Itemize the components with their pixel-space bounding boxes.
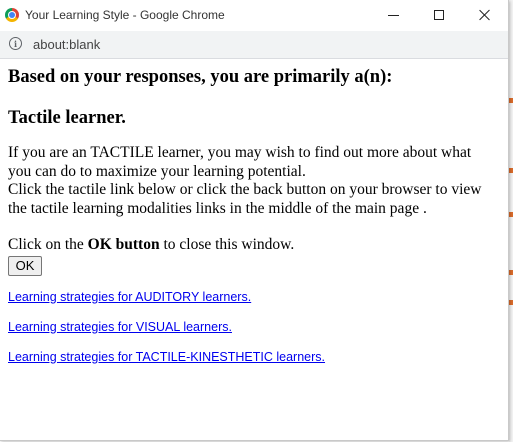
close-button[interactable]	[462, 0, 508, 30]
link-auditory[interactable]: Learning strategies for AUDITORY learner…	[8, 290, 500, 305]
paragraph-line: If you are an TACTILE learner, you may w…	[8, 144, 472, 161]
background-edge-mark	[509, 168, 513, 173]
background-edge-mark	[509, 300, 513, 305]
strategy-links: Learning strategies for AUDITORY learner…	[8, 290, 500, 365]
ok-button[interactable]: OK	[8, 255, 42, 276]
title-bar[interactable]: Your Learning Style - Google Chrome	[0, 0, 508, 30]
close-instruction-prefix: Click on the	[8, 236, 88, 253]
maximize-button[interactable]	[416, 0, 462, 30]
info-paragraph: If you are an TACTILE learner, you may w…	[8, 144, 500, 218]
url-text[interactable]: about:blank	[33, 37, 100, 52]
info-icon[interactable]: i	[9, 37, 22, 50]
chrome-logo-icon	[5, 8, 19, 22]
close-icon	[479, 9, 491, 21]
result-heading: Based on your responses, you are primari…	[8, 67, 393, 87]
browser-popup-window: Your Learning Style - Google Chrome i ab…	[0, 0, 509, 441]
close-instruction-bold: OK button	[87, 236, 160, 253]
background-edge-mark	[509, 270, 513, 275]
minimize-button[interactable]	[370, 0, 416, 30]
maximize-icon	[434, 10, 444, 20]
learner-type: Tactile learner.	[8, 108, 126, 128]
background-edge-mark	[509, 212, 513, 217]
paragraph-line: the tactile learning modalities links in…	[8, 199, 427, 217]
close-instruction-suffix: to close this window.	[159, 236, 295, 253]
link-visual[interactable]: Learning strategies for VISUAL learners.	[8, 320, 500, 335]
paragraph-line: Click the tactile link below or click th…	[8, 181, 482, 198]
window-title: Your Learning Style - Google Chrome	[25, 8, 225, 22]
link-tactile-kinesthetic[interactable]: Learning strategies for TACTILE-KINESTHE…	[8, 350, 500, 365]
paragraph-line: you can do to maximize your learning pot…	[8, 162, 306, 180]
background-window-edge	[509, 0, 513, 442]
page-content: Based on your responses, you are primari…	[8, 66, 500, 380]
close-instruction: Click on the OK button to close this win…	[8, 236, 500, 255]
minimize-icon	[387, 14, 399, 16]
background-edge-mark	[509, 98, 513, 103]
address-bar[interactable]: i about:blank	[0, 31, 508, 59]
